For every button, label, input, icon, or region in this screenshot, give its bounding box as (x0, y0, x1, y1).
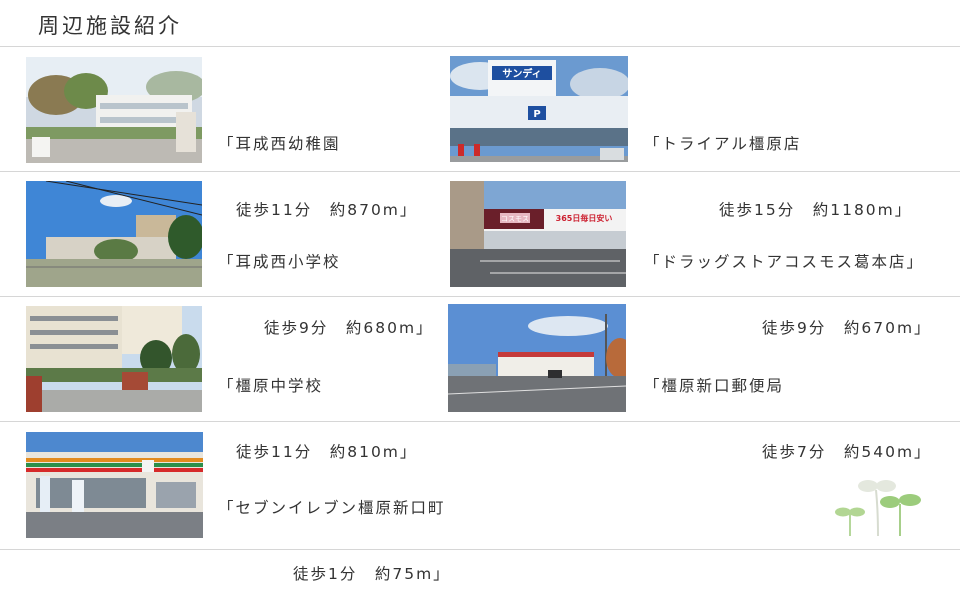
page-title: 周辺施設紹介 (38, 14, 182, 38)
facility-caption: 「橿原新口郵便局 徒歩7分 約540m」 (644, 338, 932, 480)
facility-distance: 徒歩1分 約75m」 (293, 565, 451, 583)
post-office-photo (448, 304, 626, 412)
facility-name: 「セブンイレブン橿原新口町 (218, 499, 446, 517)
facility-name: 「橿原新口郵便局 (644, 377, 785, 395)
facility-name: 「橿原中学校 (218, 377, 324, 395)
kindergarten-photo (26, 57, 202, 163)
facility-caption: 「セブンイレブン橿原新口町 徒歩1分 約75m」 (218, 460, 451, 602)
facility-caption: 「ドラッグストアコスモス葛本店」 徒歩9分 約670m」 (644, 214, 932, 356)
facility-caption: 「耳成西小学校 徒歩9分 約680m」 (218, 214, 434, 356)
drugstore-photo: コスモス 365日毎日安い (450, 181, 626, 287)
divider (0, 46, 960, 47)
facility-distance: 徒歩9分 約670m」 (762, 319, 932, 337)
facility-name: 「トライアル橿原店 (644, 135, 802, 153)
sprout-decoration (834, 476, 930, 542)
convenience-store-photo (26, 432, 203, 538)
junior-high-school-photo (26, 306, 202, 412)
facility-name: 「耳成西小学校 (218, 253, 341, 271)
elementary-school-photo (26, 181, 202, 287)
parking-sign: P (533, 109, 540, 120)
facility-distance: 徒歩9分 約680m」 (264, 319, 434, 337)
facility-name: 「耳成西幼稚園 (218, 135, 341, 153)
trial-sign: サンディ (502, 67, 541, 80)
facility-distance: 徒歩7分 約540m」 (762, 443, 932, 461)
facility-distance: 徒歩11分 約810m」 (236, 443, 418, 461)
facility-caption: 「橿原中学校 徒歩11分 約810m」 (218, 338, 417, 480)
divider (0, 549, 960, 550)
cosmos-sign: コスモス (501, 215, 529, 223)
facility-name: 「ドラッグストアコスモス葛本店」 (644, 253, 925, 271)
cosmos-banner: 365日毎日安い (556, 213, 613, 223)
trial-store-photo: サンディ P (450, 56, 628, 162)
